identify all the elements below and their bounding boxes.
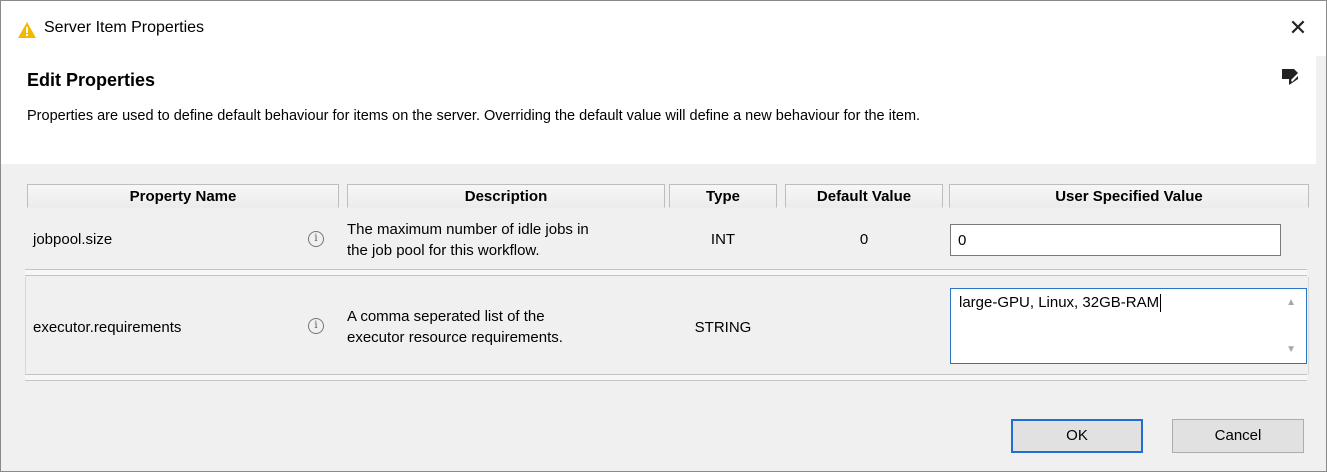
user-value-input[interactable] (950, 224, 1281, 256)
info-icon[interactable]: i (308, 318, 324, 334)
property-type: STRING (694, 319, 752, 336)
property-name: jobpool.size (33, 231, 113, 248)
user-value-textarea[interactable]: large-GPU, Linux, 32GB-RAM ▲ ▼ (950, 288, 1307, 364)
property-type: INT (710, 231, 736, 248)
properties-banner: Edit Properties Properties are used to d… (1, 56, 1316, 164)
property-default-value: 0 (859, 231, 869, 248)
window-title: Server Item Properties (44, 19, 205, 36)
banner-description: Properties are used to define default be… (27, 108, 921, 124)
property-description-line1: A comma seperated list of the (347, 308, 545, 325)
header-label-property-name: Property Name (129, 188, 237, 205)
property-name: executor.requirements (33, 319, 182, 336)
cancel-button[interactable]: Cancel (1172, 419, 1304, 453)
edit-note-icon (1282, 69, 1300, 85)
property-description-line2: executor resource requirements. (347, 329, 563, 346)
property-description-line1: The maximum number of idle jobs in (347, 221, 589, 238)
header-label-user-specified-value: User Specified Value (1055, 188, 1203, 205)
warning-triangle-icon (18, 22, 36, 38)
header-label-default-value: Default Value (816, 188, 912, 205)
banner-title: Edit Properties (27, 70, 156, 90)
ok-button[interactable]: OK (1011, 419, 1143, 453)
info-icon[interactable]: i (308, 231, 324, 247)
row-separator (25, 269, 1307, 276)
header-label-description: Description (464, 188, 548, 205)
row-separator (25, 374, 1307, 381)
user-value-text: large-GPU, Linux, 32GB-RAM (959, 294, 1162, 313)
scroll-down-icon[interactable]: ▼ (1286, 344, 1296, 355)
property-description-line2: the job pool for this workflow. (347, 242, 540, 259)
text-caret (1160, 294, 1162, 313)
header-label-type: Type (706, 188, 740, 205)
title-bar: Server Item Properties ✕ (1, 1, 1326, 56)
close-icon: ✕ (1288, 15, 1308, 40)
close-button[interactable]: ✕ (1283, 13, 1313, 43)
dialog-window: Server Item Properties ✕ Edit Properties… (0, 0, 1327, 472)
scroll-up-icon[interactable]: ▲ (1286, 297, 1296, 308)
